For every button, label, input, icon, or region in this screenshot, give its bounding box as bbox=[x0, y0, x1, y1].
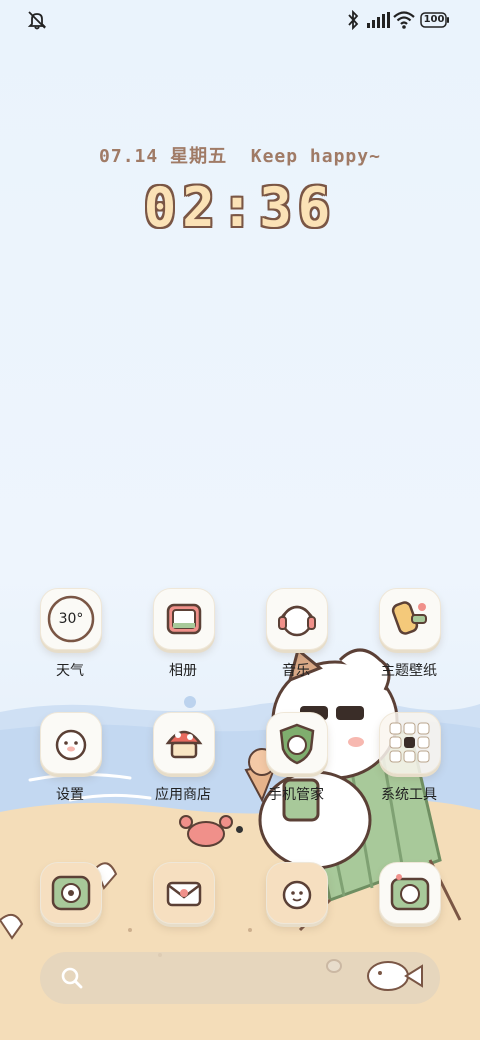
app-security[interactable]: 手机管家 bbox=[246, 712, 346, 822]
phone-icon bbox=[40, 862, 102, 924]
clock-time[interactable]: 02:36 bbox=[0, 176, 480, 239]
settings-icon bbox=[40, 712, 102, 774]
app-system-tools-folder[interactable]: 系统工具 bbox=[359, 712, 459, 822]
system-tools-folder-icon bbox=[379, 712, 441, 774]
weather-icon: 30° bbox=[40, 588, 102, 650]
app-settings[interactable]: 设置 bbox=[20, 712, 120, 822]
app-label: 音乐 bbox=[282, 663, 310, 679]
gallery-icon bbox=[153, 588, 215, 650]
wifi-icon bbox=[393, 11, 415, 29]
app-label: 系统工具 bbox=[381, 787, 437, 803]
fish-decoration-icon bbox=[367, 961, 423, 991]
app-label: 设置 bbox=[56, 787, 84, 803]
app-label: 手机管家 bbox=[268, 787, 324, 803]
app-weather[interactable]: 30° 天气 bbox=[20, 588, 120, 698]
app-label: 主题壁纸 bbox=[381, 663, 437, 679]
search-icon[interactable] bbox=[58, 964, 86, 992]
home-screen: 100 07.14 星期五 Keep happy~ 02:36 30° 天气 相… bbox=[0, 0, 480, 1040]
signal-icon bbox=[367, 12, 390, 28]
app-label: 相册 bbox=[169, 663, 197, 679]
weather-temperature: 30° bbox=[58, 611, 84, 627]
app-store-icon bbox=[153, 712, 215, 774]
music-icon bbox=[266, 588, 328, 650]
battery-level: 100 bbox=[423, 14, 445, 25]
app-themes[interactable]: 主题壁纸 bbox=[359, 588, 459, 698]
app-gallery[interactable]: 相册 bbox=[133, 588, 233, 698]
app-store[interactable]: 应用商店 bbox=[133, 712, 233, 822]
messages-icon bbox=[153, 862, 215, 924]
app-label: 天气 bbox=[56, 663, 84, 679]
themes-icon bbox=[379, 588, 441, 650]
status-bar: 100 bbox=[0, 0, 480, 40]
security-icon bbox=[266, 712, 328, 774]
mute-icon bbox=[27, 11, 47, 30]
page-indicator bbox=[236, 826, 243, 833]
app-label: 应用商店 bbox=[155, 787, 211, 803]
date-line: 07.14 星期五 Keep happy~ bbox=[99, 146, 381, 167]
contacts-icon bbox=[266, 862, 328, 924]
app-music[interactable]: 音乐 bbox=[246, 588, 346, 698]
camera-icon bbox=[379, 862, 441, 924]
bluetooth-icon bbox=[348, 10, 359, 30]
